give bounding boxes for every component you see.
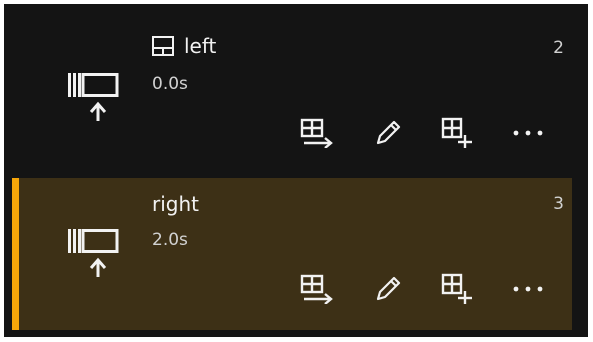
slide-in-up-icon	[66, 223, 122, 279]
more-options-button[interactable]	[508, 116, 548, 150]
selection-indicator	[12, 178, 19, 330]
layout-icon	[152, 36, 174, 56]
more-options-icon	[511, 128, 545, 138]
move-to-button[interactable]	[298, 272, 338, 306]
add-copy-button[interactable]	[438, 272, 478, 306]
move-to-button[interactable]	[298, 116, 338, 150]
item-title-text: left	[184, 34, 217, 58]
item-title-text: right	[152, 192, 199, 216]
list-item-left[interactable]: left 0.0s 2	[12, 12, 572, 162]
edit-pencil-icon	[373, 274, 403, 304]
add-copy-icon	[441, 273, 475, 305]
item-duration: 2.0s	[152, 230, 188, 250]
list-item-right[interactable]: right 2.0s 3	[12, 178, 572, 330]
item-count: 3	[553, 194, 564, 214]
edit-pencil-icon	[373, 118, 403, 148]
item-count: 2	[553, 38, 564, 58]
item-actions	[298, 116, 548, 150]
move-to-icon	[300, 274, 336, 304]
more-options-button[interactable]	[508, 272, 548, 306]
transition-list-panel: left 0.0s 2 right 2.0s 3	[4, 4, 588, 337]
more-options-icon	[511, 284, 545, 294]
item-actions	[298, 272, 548, 306]
slide-in-up-icon	[66, 67, 122, 123]
item-duration: 0.0s	[152, 74, 188, 94]
add-copy-button[interactable]	[438, 116, 478, 150]
edit-button[interactable]	[368, 116, 408, 150]
move-to-icon	[300, 118, 336, 148]
edit-button[interactable]	[368, 272, 408, 306]
item-title: right	[152, 192, 199, 216]
item-title: left	[152, 34, 216, 58]
add-copy-icon	[441, 117, 475, 149]
